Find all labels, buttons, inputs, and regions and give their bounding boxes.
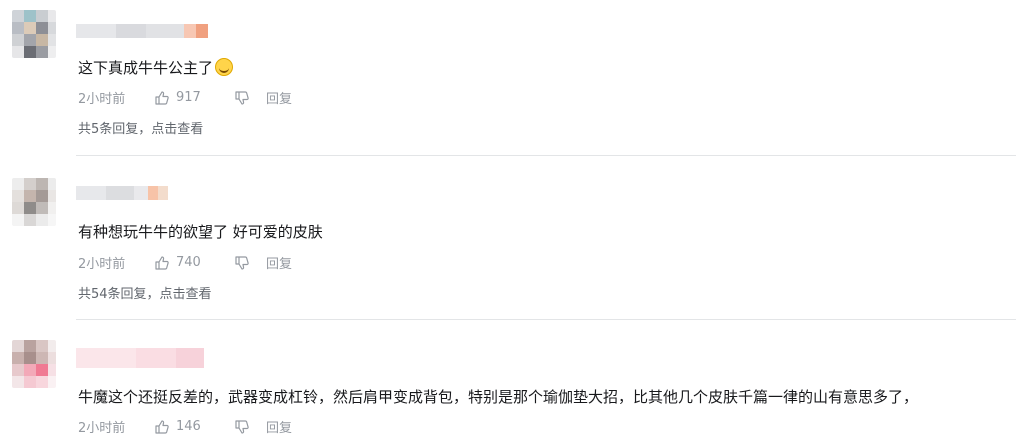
comment-text-content: 这下真成牛牛公主了 [78, 59, 214, 77]
reply-button[interactable]: 回复 [266, 417, 292, 436]
avatar[interactable] [12, 340, 56, 388]
username-redacted[interactable] [76, 186, 170, 200]
thumbs-up-icon [155, 255, 169, 270]
avatar[interactable] [12, 10, 56, 58]
thumbs-down-icon [235, 255, 249, 270]
laughing-emoji-icon [215, 58, 234, 76]
reply-button[interactable]: 回复 [266, 253, 292, 272]
username-redacted[interactable] [76, 24, 216, 38]
like-button[interactable]: 146 [154, 419, 234, 435]
like-button[interactable]: 917 [154, 90, 234, 106]
timestamp: 2小时前 [78, 92, 126, 107]
comment-meta: 2小时前 917 回复 [78, 88, 292, 107]
divider [76, 319, 1016, 320]
comment-text-content: 牛魔这个还挺反差的，武器变成杠铃，然后肩甲变成背包，特别是那个瑜伽垫大招，比其他… [78, 388, 919, 406]
like-count: 146 [176, 419, 201, 434]
thumbs-down-icon [235, 419, 249, 434]
comment-text: 这下真成牛牛公主了 [78, 58, 234, 78]
like-count: 917 [176, 90, 201, 105]
avatar[interactable] [12, 178, 56, 226]
comment-meta: 2小时前 740 回复 [78, 253, 292, 272]
view-replies-link[interactable]: 共54条回复，点击查看 [78, 283, 212, 302]
comment-text: 有种想玩牛牛的欲望了 好可爱的皮肤 [78, 222, 323, 242]
reply-button[interactable]: 回复 [266, 88, 292, 107]
dislike-button[interactable] [234, 419, 266, 435]
comment-meta: 2小时前 146 回复 [78, 417, 292, 436]
timestamp: 2小时前 [78, 257, 126, 272]
thumbs-down-icon [235, 90, 249, 105]
timestamp: 2小时前 [78, 421, 126, 436]
comment-text-content: 有种想玩牛牛的欲望了 好可爱的皮肤 [78, 223, 323, 241]
thumbs-up-icon [155, 419, 169, 434]
thumbs-up-icon [155, 90, 169, 105]
divider [76, 155, 1016, 156]
view-replies-link[interactable]: 共5条回复，点击查看 [78, 118, 203, 137]
like-button[interactable]: 740 [154, 255, 234, 271]
like-count: 740 [176, 255, 201, 270]
dislike-button[interactable] [234, 255, 266, 271]
username-redacted[interactable] [76, 348, 206, 368]
comment-text: 牛魔这个还挺反差的，武器变成杠铃，然后肩甲变成背包，特别是那个瑜伽垫大招，比其他… [78, 387, 918, 407]
dislike-button[interactable] [234, 90, 266, 106]
